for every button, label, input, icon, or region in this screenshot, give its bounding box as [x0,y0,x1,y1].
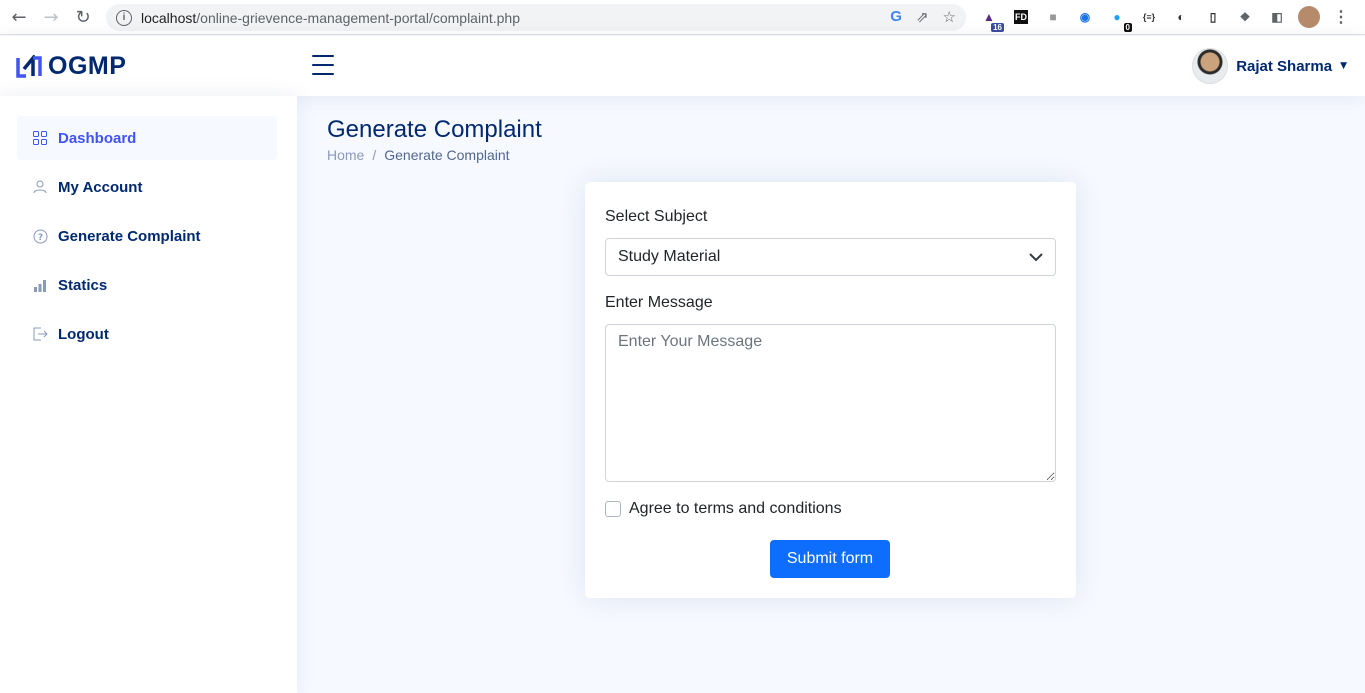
sidebar-item-label: Statics [58,276,108,294]
svg-text:?: ? [37,233,42,243]
sidebar-item-statics[interactable]: Statics [17,263,277,307]
bar-chart-icon [32,278,48,292]
person-icon [32,180,48,194]
subject-select[interactable]: Study Material [605,238,1056,276]
url-host: localhost [141,9,197,26]
caret-down-icon: ▼ [1340,61,1347,71]
extensions-puzzle-icon[interactable]: ❖ [1234,6,1256,28]
complaint-form-card: Select Subject Study Material Enter Mess… [585,182,1076,598]
message-textarea[interactable] [605,324,1056,482]
logo-text: OGMP [48,52,127,80]
submit-button[interactable]: Submit form [770,540,890,578]
browser-menu-icon[interactable]: ⋮ [1330,6,1352,28]
extension-graduation-icon[interactable]: ▲ 16 [978,6,1004,32]
side-panel-icon[interactable]: ◧ [1266,6,1288,28]
breadcrumb-current: Generate Complaint [384,147,510,163]
sidebar-item-label: Logout [58,325,109,343]
sidebar-item-logout[interactable]: Logout [17,312,277,356]
chevron-down-icon [1029,252,1043,261]
logout-icon [32,327,48,341]
grid-icon [32,131,48,145]
share-icon[interactable]: ⇗ [916,8,929,26]
extension-camera-icon[interactable]: ◉ [1074,6,1096,28]
sidebar-item-label: Generate Complaint [58,227,201,245]
reload-icon[interactable]: ↻ [67,1,99,33]
user-name: Rajat Sharma [1236,57,1333,75]
forward-icon[interactable]: → [35,1,67,33]
message-label: Enter Message [605,294,713,311]
bookmark-star-icon[interactable]: ☆ [943,8,956,26]
extension-badge-2: 0 [1123,23,1132,32]
logo-mark-icon [16,54,42,78]
address-bar[interactable]: i localhost/online-grievence-management-… [106,4,966,31]
breadcrumb-home-link[interactable]: Home [327,147,364,163]
browser-toolbar: ← → ↻ i localhost/online-grievence-manag… [0,0,1365,35]
terms-row: Agree to terms and conditions [605,500,842,518]
extension-file-icon[interactable]: ▯ [1202,6,1224,28]
google-icon[interactable]: G [890,8,902,26]
extension-c-icon[interactable]: ◐ [1170,6,1192,28]
back-icon[interactable]: ← [3,1,35,33]
terms-label[interactable]: Agree to terms and conditions [629,500,842,518]
extension-fd-icon[interactable]: FD [1010,6,1032,28]
url-path: /online-grievence-management-portal/comp… [196,9,521,26]
question-circle-icon: ? [32,229,48,244]
breadcrumb: Home / Generate Complaint [327,147,510,163]
sidebar-item-label: Dashboard [58,129,137,147]
subject-selected-value: Study Material [618,248,721,265]
extension-r-icon[interactable]: ■ [1042,6,1064,28]
app-header: OGMP Rajat Sharma ▼ [0,36,1365,96]
extension-json-icon[interactable]: {≡} [1138,6,1160,28]
terms-checkbox[interactable] [605,501,621,517]
user-profile-dropdown[interactable]: Rajat Sharma ▼ [1192,48,1347,84]
sidebar-item-generate-complaint[interactable]: ? Generate Complaint [17,214,277,258]
sidebar-item-my-account[interactable]: My Account [17,165,277,209]
extension-fd-label: FD [1014,10,1028,24]
subject-label: Select Subject [605,208,708,225]
avatar [1192,48,1229,84]
breadcrumb-separator: / [372,147,377,163]
extension-ghost-icon[interactable]: ● 0 [1106,6,1132,32]
logo[interactable]: OGMP [16,52,126,81]
site-info-icon[interactable]: i [116,9,132,26]
sidebar-toggle-icon[interactable] [312,55,334,75]
extension-badge: 16 [991,23,1004,32]
sidebar-item-dashboard[interactable]: Dashboard [17,116,277,160]
sidebar: Dashboard My Account ? Generate Complain… [0,96,297,693]
page-title: Generate Complaint [327,116,542,143]
browser-profile-avatar[interactable] [1298,6,1320,28]
sidebar-item-label: My Account [58,178,143,196]
